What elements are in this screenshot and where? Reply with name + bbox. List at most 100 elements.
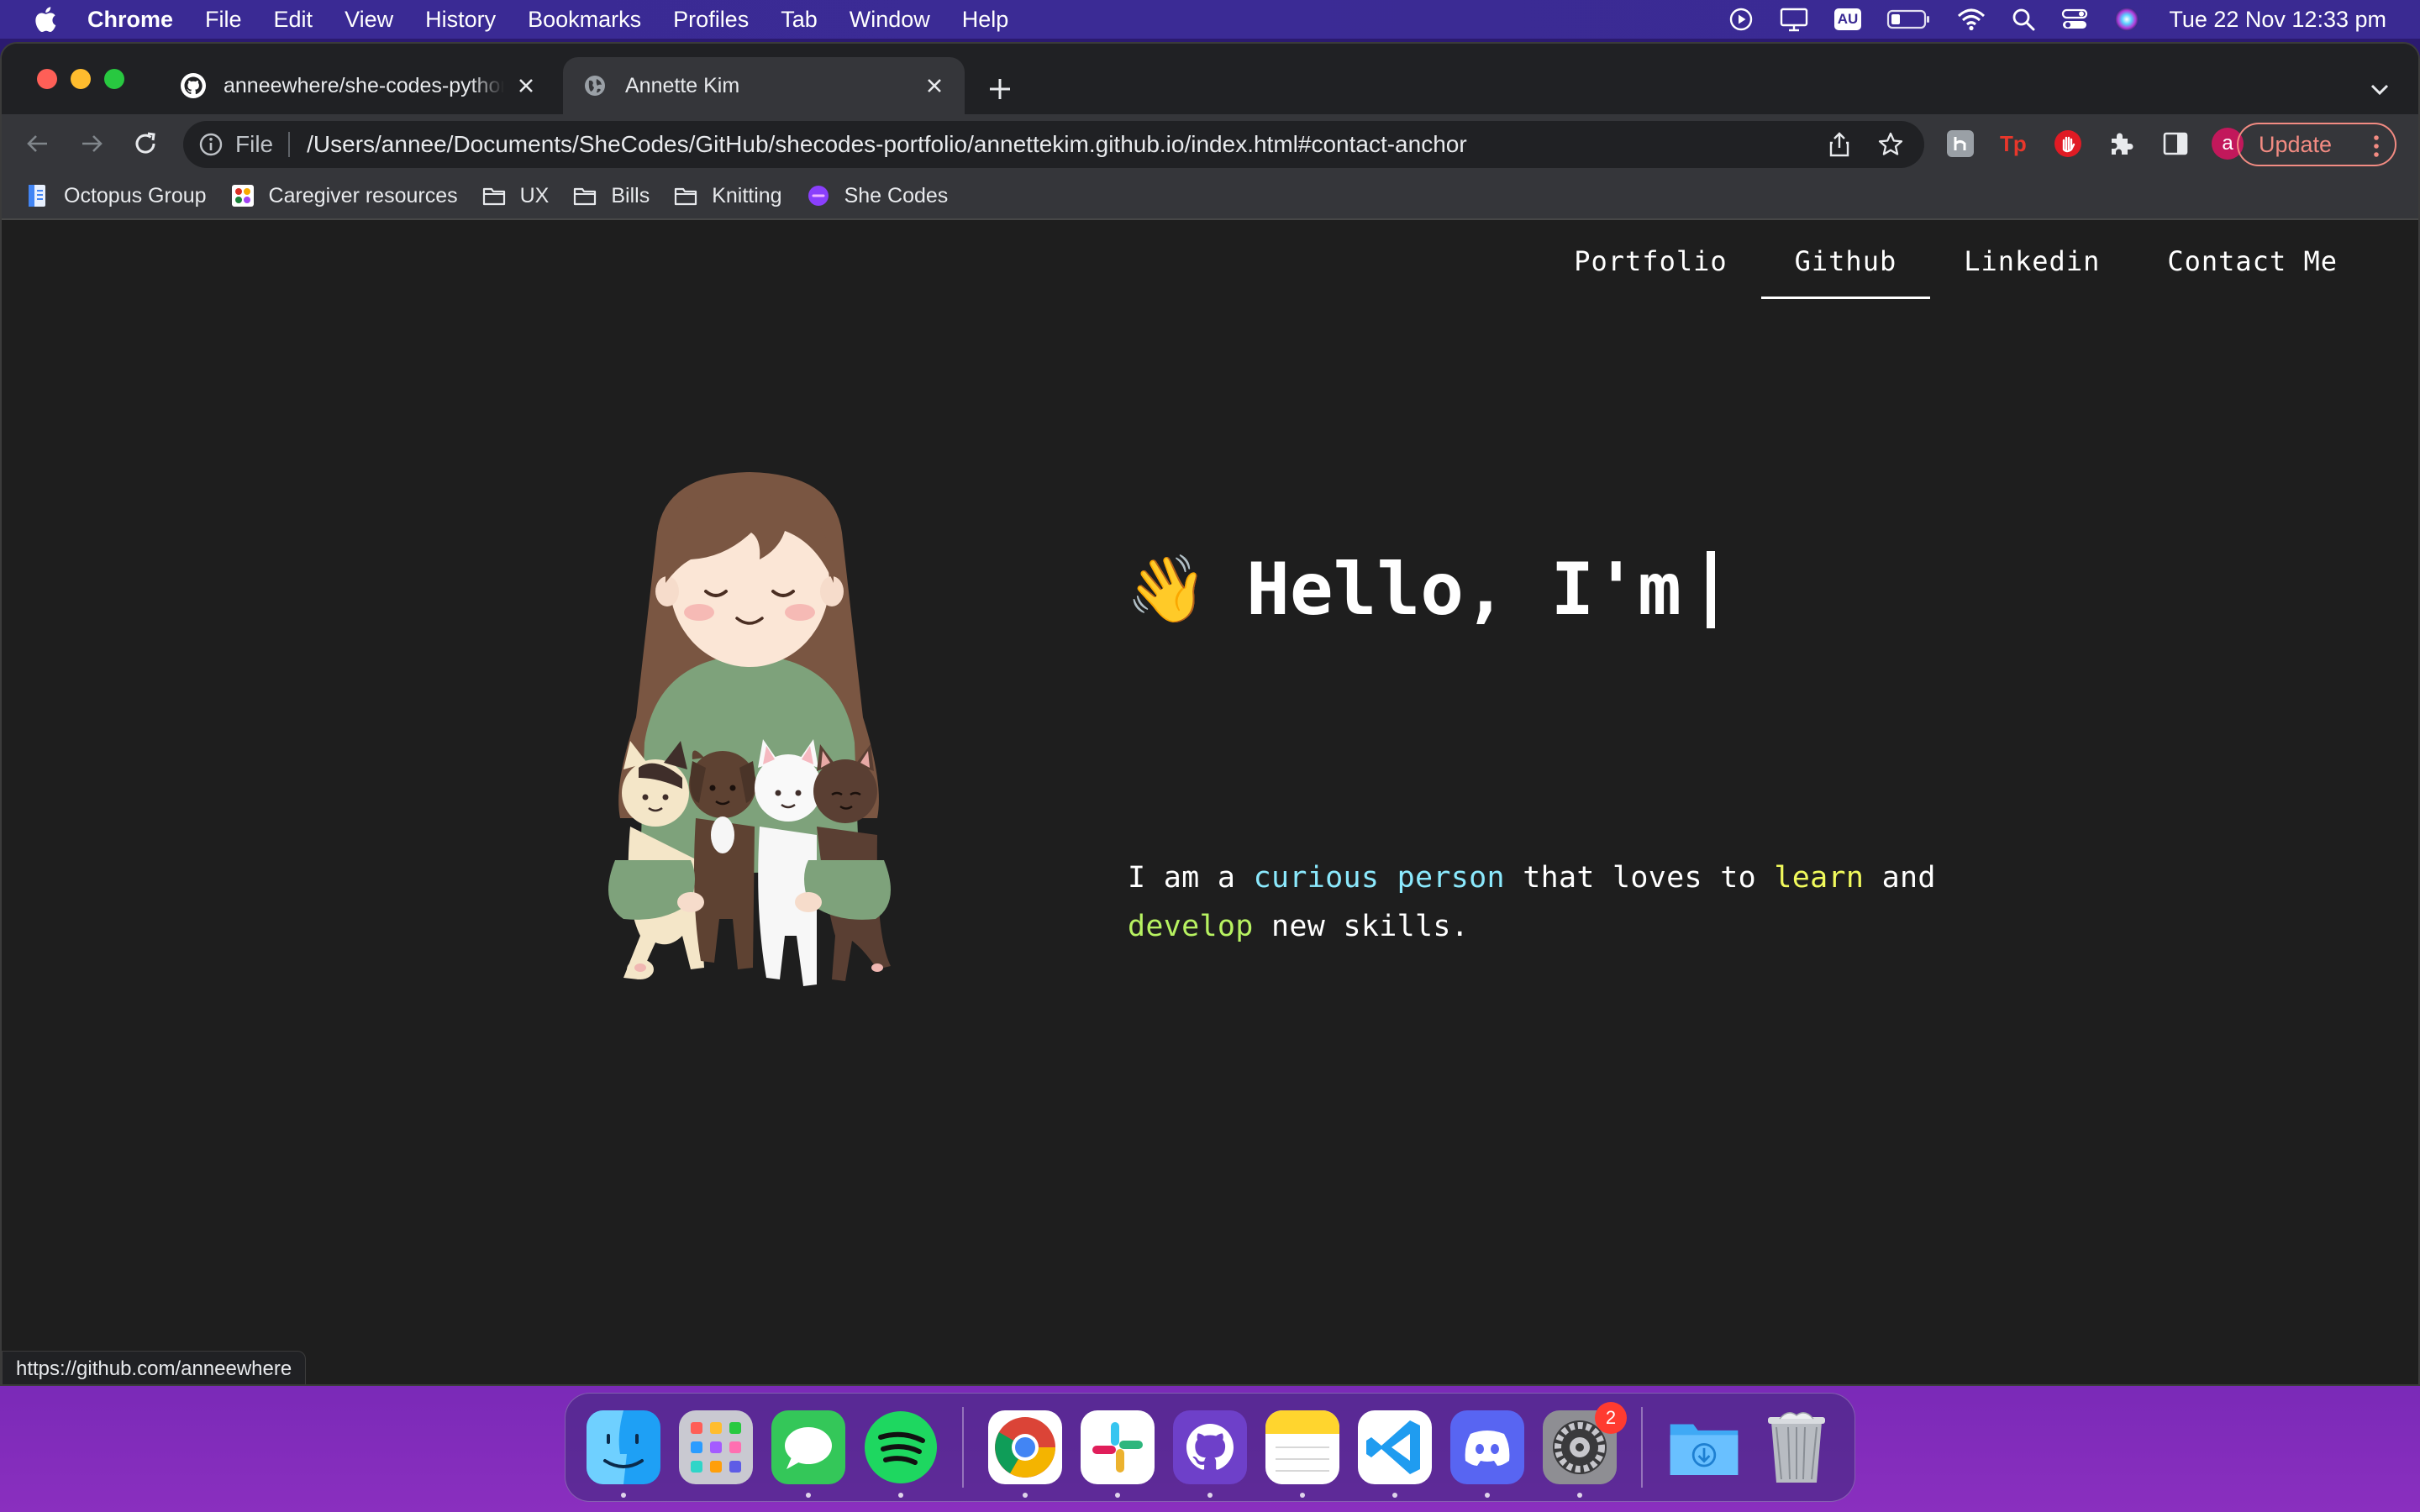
dock-finder-icon[interactable] [587, 1410, 660, 1498]
new-tab-plus-icon[interactable] [986, 76, 1013, 102]
menu-profiles[interactable]: Profiles [673, 7, 749, 33]
window-minimize-button[interactable] [71, 69, 91, 89]
svg-text:Tp: Tp [2000, 131, 2027, 156]
bookmark-octopus-group[interactable]: Octopus Group [25, 183, 207, 208]
typing-caret [1706, 551, 1715, 628]
tab-title: Annette Kim [625, 73, 740, 97]
bookmark-star-icon[interactable] [1877, 131, 1904, 158]
extension-grey-icon[interactable] [1944, 128, 1976, 160]
highlight-learn: learn [1774, 861, 1865, 895]
update-button[interactable]: Update [2237, 123, 2396, 166]
apple-logo-icon[interactable] [32, 4, 57, 34]
menu-bar-clock[interactable]: Tue 22 Nov 12:33 pm [2169, 7, 2386, 33]
menu-file[interactable]: File [205, 7, 242, 33]
folder-icon [482, 187, 505, 206]
site-info-icon[interactable] [198, 132, 224, 157]
tab-close-icon[interactable] [514, 74, 538, 97]
menu-help[interactable]: Help [962, 7, 1009, 33]
input-source-indicator[interactable]: AU [1833, 8, 1862, 30]
globe-icon [585, 76, 605, 96]
dock-system-preferences-icon[interactable]: 2 [1543, 1402, 1627, 1498]
extension-blocker-hand-icon[interactable] [2052, 128, 2084, 160]
dock-launchpad-icon[interactable] [679, 1410, 753, 1484]
update-label: Update [2259, 131, 2333, 157]
nav-link-portfolio[interactable]: Portfolio [1574, 245, 1727, 299]
dock-github-desktop-icon[interactable] [1173, 1410, 1247, 1498]
tab-github-repo[interactable]: anneewhere/she-codes-python [161, 57, 556, 114]
dock-spotify-icon[interactable] [864, 1410, 938, 1498]
tab-title: anneewhere/she-codes-python [224, 73, 504, 97]
window-close-button[interactable] [37, 69, 57, 89]
menu-view[interactable]: View [345, 7, 393, 33]
tab-strip: anneewhere/she-codes-python Annette Kim [2, 44, 2418, 114]
macos-menu-bar: Chrome File Edit View History Bookmarks … [0, 0, 2420, 39]
screen-recording-icon[interactable] [1728, 7, 1754, 32]
dock-chrome-icon[interactable] [988, 1410, 1062, 1498]
avatar-illustration-girl-with-cats [608, 472, 891, 986]
menu-edit[interactable]: Edit [274, 7, 313, 33]
menu-bookmarks[interactable]: Bookmarks [528, 7, 641, 33]
portfolio-page: Portfolio Github Linkedin Contact Me 👋 H… [2, 222, 2418, 1384]
tab-close-icon[interactable] [923, 74, 946, 97]
extension-tp-icon[interactable]: Tp [1998, 128, 2030, 160]
menu-window[interactable]: Window [850, 7, 930, 33]
bookmark-folder-bills[interactable]: Bills [572, 183, 650, 208]
url-text[interactable]: /Users/annee/Documents/SheCodes/GitHub/s… [307, 131, 1467, 158]
dock-trash-icon[interactable] [1760, 1410, 1833, 1484]
wifi-icon[interactable] [1957, 8, 1986, 31]
more-vertical-icon [2374, 135, 2379, 157]
spotlight-search-icon[interactable] [2011, 7, 2036, 32]
battery-icon[interactable] [1886, 8, 1932, 30]
window-zoom-button[interactable] [104, 69, 124, 89]
url-scheme-label: File [235, 131, 274, 157]
bookmarks-bar: Octopus Group Caregiver resources UX Bil… [2, 173, 2418, 220]
waving-hand-emoji: 👋 [1126, 551, 1208, 627]
dock-divider [1641, 1407, 1643, 1488]
menu-bar-status-area: AU Tue 22 Nov 12:33 pm [1703, 0, 2386, 39]
dock-downloads-folder-icon[interactable] [1667, 1410, 1741, 1484]
omnibox-actions [1802, 131, 1904, 158]
nav-link-github[interactable]: Github [1760, 245, 1930, 299]
back-arrow-icon[interactable] [24, 129, 52, 158]
hero-heading: 👋 Hello, I'm [1126, 548, 1715, 632]
dock-vscode-icon[interactable] [1358, 1410, 1432, 1498]
menu-history[interactable]: History [425, 7, 496, 33]
siri-icon[interactable] [2113, 6, 2140, 33]
dock-divider [962, 1407, 964, 1488]
nav-link-contact-me[interactable]: Contact Me [2167, 245, 2338, 299]
page-icon [29, 185, 45, 207]
share-icon[interactable] [1827, 131, 1852, 158]
hero-greeting: Hello, I'm [1246, 548, 1681, 632]
nav-link-linkedin[interactable]: Linkedin [1964, 245, 2100, 299]
notification-badge: 2 [1595, 1402, 1627, 1434]
bookmark-folder-ux[interactable]: UX [481, 183, 549, 208]
forward-arrow-icon[interactable] [77, 129, 106, 158]
folder-icon [574, 187, 597, 206]
reload-icon[interactable] [131, 129, 160, 158]
shecodes-icon [808, 186, 829, 206]
site-icon [231, 185, 254, 207]
bookmark-caregiver-resources[interactable]: Caregiver resources [230, 183, 458, 208]
dock-slack-icon[interactable] [1081, 1410, 1155, 1498]
bookmark-she-codes[interactable]: She Codes [806, 183, 948, 208]
menu-tab[interactable]: Tab [781, 7, 818, 33]
about-paragraph: I am a curious person that loves to lear… [1128, 861, 1936, 943]
macos-dock: 2 [565, 1393, 1855, 1502]
side-panel-icon[interactable] [2160, 128, 2191, 160]
display-icon[interactable] [1779, 7, 1809, 32]
highlight-develop: develop [1128, 910, 1254, 943]
link-hover-status-bubble: https://github.com/anneewhere [2, 1351, 307, 1384]
control-center-icon[interactable] [2061, 8, 2088, 31]
bookmark-folder-knitting[interactable]: Knitting [673, 183, 782, 208]
github-icon [181, 73, 206, 98]
dock-messages-icon[interactable] [771, 1410, 845, 1498]
folder-icon [675, 187, 697, 206]
menu-app-name[interactable]: Chrome [87, 7, 173, 33]
dock-notes-icon[interactable] [1265, 1410, 1339, 1498]
highlight-curious-person: curious person [1253, 861, 1505, 895]
tab-search-chevron-down-icon[interactable] [2368, 77, 2391, 101]
tab-annette-kim[interactable]: Annette Kim [563, 57, 965, 114]
extensions-puzzle-icon[interactable] [2106, 128, 2138, 160]
address-bar[interactable]: File /Users/annee/Documents/SheCodes/Git… [183, 121, 1924, 168]
dock-discord-icon[interactable] [1450, 1410, 1524, 1498]
